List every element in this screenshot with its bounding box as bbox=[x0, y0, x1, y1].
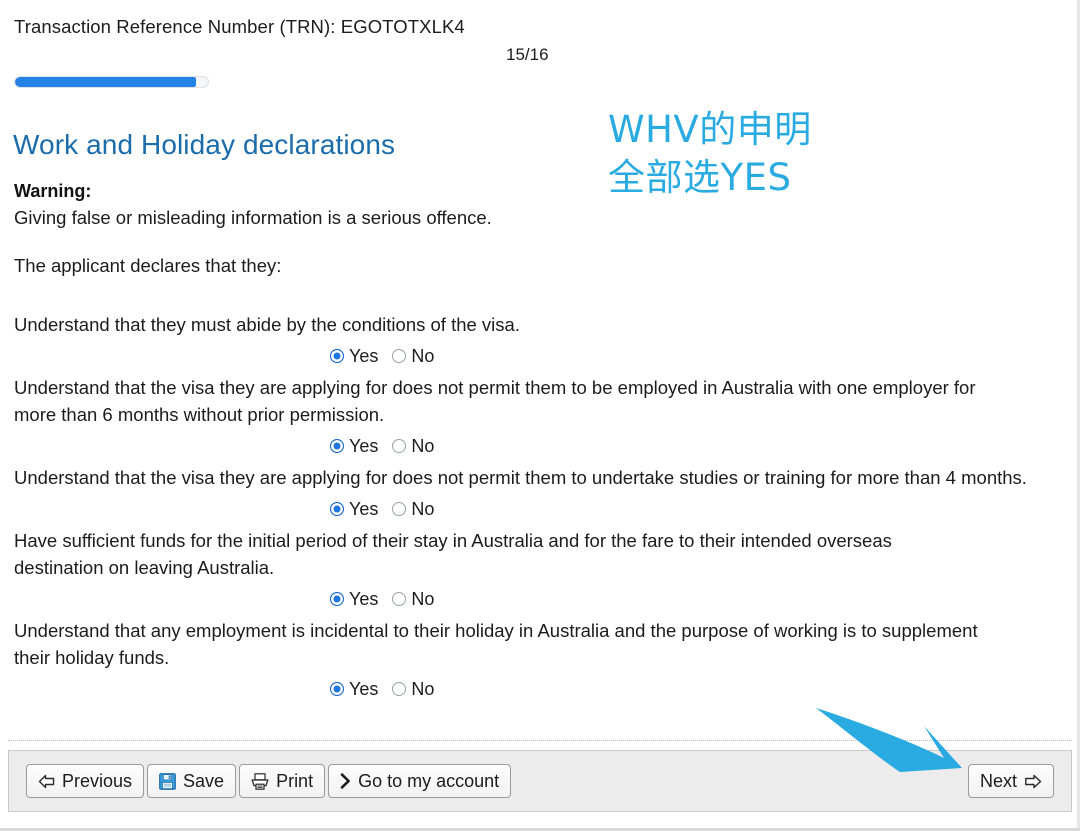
annotation-text: WHV的申明 全部选YES bbox=[608, 106, 812, 202]
print-button-label: Print bbox=[276, 770, 314, 791]
radio-option-label: No bbox=[411, 498, 435, 519]
radio-yes-selected-icon[interactable] bbox=[330, 349, 344, 363]
radio-option-no[interactable]: No bbox=[392, 589, 434, 610]
annotation-line-2: 全部选YES bbox=[608, 156, 792, 199]
floppy-disk-icon bbox=[159, 772, 176, 790]
visa-declarations-page: { "header": { "trn_line": "Transaction R… bbox=[0, 0, 1080, 831]
declaration-text: Understand that the visa they are applyi… bbox=[14, 377, 976, 425]
page-counter: 15/16 bbox=[506, 45, 549, 64]
radio-yes-selected-icon[interactable] bbox=[330, 592, 344, 606]
declaration-item: Understand that they must abide by the c… bbox=[0, 311, 1080, 371]
declaration-text: Understand that the visa they are applyi… bbox=[14, 467, 1027, 488]
declaration-item: Have sufficient funds for the initial pe… bbox=[0, 527, 1080, 614]
annotation-line-1: WHV的申明 bbox=[608, 108, 812, 151]
declaration-radio-group: Yes No bbox=[0, 584, 1080, 614]
radio-option-yes[interactable]: Yes bbox=[330, 436, 378, 457]
toolbar-button-group: Previous Save Print Go to my account bbox=[26, 764, 514, 798]
previous-button-label: Previous bbox=[62, 770, 133, 791]
declaration-radio-group: Yes No bbox=[0, 494, 1080, 524]
declaration-radio-group: Yes No bbox=[0, 674, 1080, 704]
arrow-right-icon bbox=[1025, 774, 1042, 788]
progress-bar bbox=[14, 76, 209, 88]
declaration-radio-group: Yes No bbox=[0, 431, 1080, 461]
next-button-label: Next bbox=[979, 770, 1017, 791]
radio-no-unselected-icon[interactable] bbox=[392, 592, 407, 606]
next-button[interactable]: Next bbox=[967, 764, 1054, 798]
print-button[interactable]: Print bbox=[239, 764, 326, 798]
declaration-radio-group: Yes No bbox=[0, 341, 1080, 371]
radio-option-label: Yes bbox=[349, 345, 379, 366]
radio-option-label: No bbox=[411, 588, 435, 609]
declaration-text: Understand that any employment is incide… bbox=[14, 620, 978, 668]
radio-option-no[interactable]: No bbox=[392, 679, 434, 700]
radio-option-no[interactable]: No bbox=[392, 499, 434, 520]
radio-option-yes[interactable]: Yes bbox=[330, 589, 378, 610]
divider bbox=[8, 740, 1072, 741]
radio-no-unselected-icon[interactable] bbox=[392, 349, 407, 363]
declaration-item: Understand that any employment is incide… bbox=[0, 617, 1080, 704]
radio-no-unselected-icon[interactable] bbox=[392, 439, 407, 453]
transaction-reference-number: Transaction Reference Number (TRN): EGOT… bbox=[14, 16, 465, 37]
radio-option-label: No bbox=[411, 345, 435, 366]
radio-option-yes[interactable]: Yes bbox=[330, 346, 378, 367]
chevron-right-icon bbox=[340, 773, 350, 789]
progress-bar-fill bbox=[15, 77, 197, 87]
go-to-my-account-button[interactable]: Go to my account bbox=[328, 764, 512, 798]
declarations-list: Understand that they must abide by the c… bbox=[0, 311, 1080, 707]
radio-option-yes[interactable]: Yes bbox=[330, 679, 378, 700]
radio-option-label: Yes bbox=[349, 435, 379, 456]
declaration-text: Have sufficient funds for the initial pe… bbox=[14, 530, 892, 578]
declaration-lead-in: The applicant declares that they: bbox=[14, 255, 282, 276]
save-button-label: Save bbox=[183, 770, 225, 791]
radio-option-label: Yes bbox=[349, 498, 379, 519]
warning-label: Warning: bbox=[14, 181, 92, 201]
radio-yes-selected-icon[interactable] bbox=[330, 682, 344, 696]
radio-no-unselected-icon[interactable] bbox=[392, 682, 407, 696]
go-to-my-account-label: Go to my account bbox=[358, 770, 500, 791]
declaration-item: Understand that the visa they are applyi… bbox=[0, 374, 1080, 461]
radio-option-yes[interactable]: Yes bbox=[330, 499, 378, 520]
declaration-item: Understand that the visa they are applyi… bbox=[0, 464, 1080, 524]
radio-option-label: Yes bbox=[349, 678, 379, 699]
radio-option-no[interactable]: No bbox=[392, 346, 434, 367]
form-toolbar: Previous Save Print Go to my account Nex… bbox=[8, 750, 1072, 812]
page-title: Work and Holiday declarations bbox=[13, 129, 396, 160]
radio-option-label: Yes bbox=[349, 588, 379, 609]
radio-option-no[interactable]: No bbox=[392, 436, 434, 457]
save-button[interactable]: Save bbox=[147, 764, 237, 798]
declaration-text: Understand that they must abide by the c… bbox=[14, 314, 520, 335]
warning-text: Giving false or misleading information i… bbox=[14, 207, 492, 228]
radio-option-label: No bbox=[411, 678, 435, 699]
printer-icon bbox=[251, 772, 269, 790]
arrow-left-icon bbox=[38, 774, 55, 788]
radio-yes-selected-icon[interactable] bbox=[330, 439, 344, 453]
radio-no-unselected-icon[interactable] bbox=[392, 502, 407, 516]
radio-option-label: No bbox=[411, 435, 435, 456]
radio-yes-selected-icon[interactable] bbox=[330, 502, 344, 516]
previous-button[interactable]: Previous bbox=[26, 764, 145, 798]
